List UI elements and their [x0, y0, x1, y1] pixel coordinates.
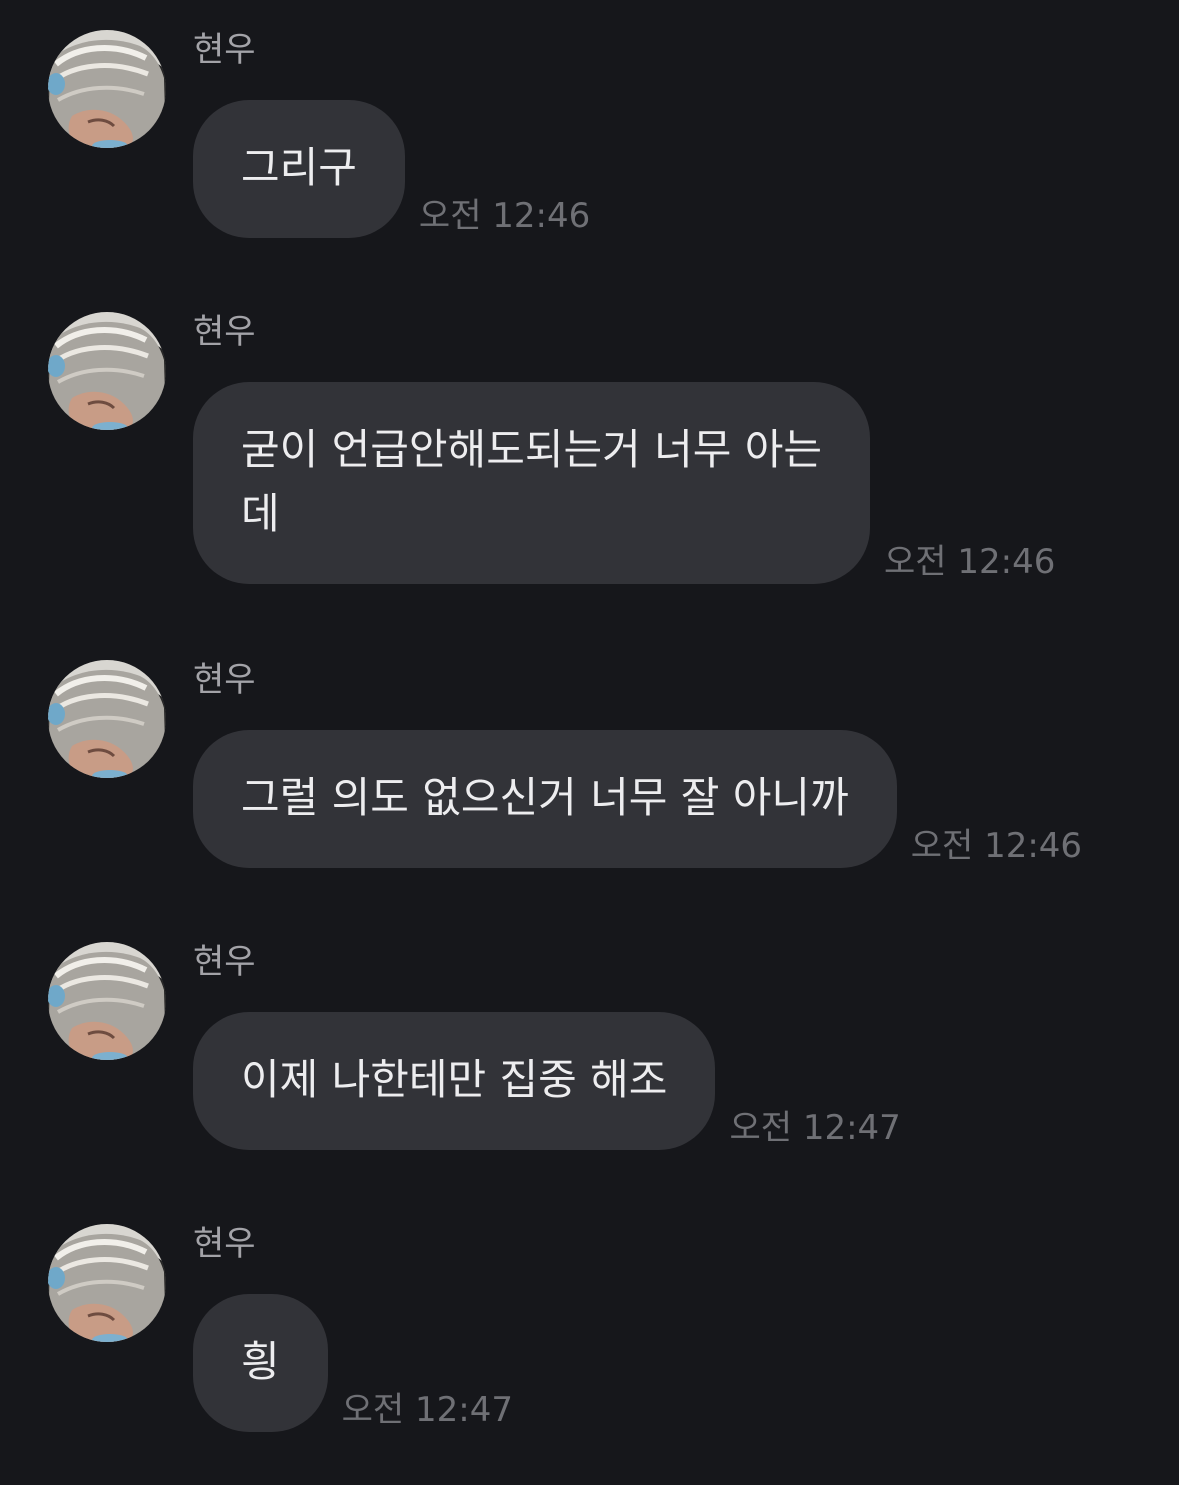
message-group: 현우 힁 오전 12:47	[0, 1194, 1179, 1444]
message-row: 그럴 의도 없으신거 너무 잘 아니까 오전 12:46	[193, 730, 1082, 868]
message-row: 그리구 오전 12:46	[193, 100, 590, 238]
message-bubble[interactable]: 그리구	[193, 100, 405, 238]
profile-photo-icon[interactable]	[48, 942, 166, 1060]
message-row: 굳이 언급안해도되는거 너무 아는 데 오전 12:46	[193, 382, 1055, 584]
sender-name: 현우	[193, 30, 256, 70]
message-row: 힁 오전 12:47	[193, 1294, 513, 1432]
message-group: 현우 이제 나한테만 집중 해조 오전 12:47	[0, 912, 1179, 1162]
sender-name: 현우	[193, 1224, 256, 1264]
message-group: 현우 그럴 의도 없으신거 너무 잘 아니까 오전 12:46	[0, 630, 1179, 880]
sender-name: 현우	[193, 312, 256, 352]
message-group: 현우 굳이 언급안해도되는거 너무 아는 데 오전 12:46	[0, 282, 1179, 602]
message-time: 오전 12:46	[910, 826, 1083, 866]
message-row: 이제 나한테만 집중 해조 오전 12:47	[193, 1012, 901, 1150]
message-time: 오전 12:47	[729, 1108, 901, 1148]
message-bubble[interactable]: 이제 나한테만 집중 해조	[193, 1012, 716, 1150]
sender-name: 현우	[193, 660, 256, 700]
message-group: 현우 그리구 오전 12:46	[0, 0, 1179, 250]
profile-photo-icon[interactable]	[48, 660, 166, 778]
profile-photo-icon[interactable]	[48, 30, 166, 148]
message-time: 오전 12:46	[884, 542, 1056, 582]
profile-photo-icon[interactable]	[48, 312, 166, 430]
message-bubble[interactable]: 힁	[193, 1294, 328, 1432]
message-bubble[interactable]: 그럴 의도 없으신거 너무 잘 아니까	[193, 730, 897, 868]
profile-photo-icon[interactable]	[48, 1224, 166, 1342]
sender-name: 현우	[193, 942, 256, 982]
message-bubble[interactable]: 굳이 언급안해도되는거 너무 아는 데	[193, 382, 871, 584]
message-time: 오전 12:46	[418, 196, 591, 236]
message-time: 오전 12:47	[341, 1390, 513, 1430]
chat-thread: 현우 그리구 오전 12:46 현우 굳이 언급안해도되는거 너무 아는 데 오…	[0, 0, 1179, 1485]
